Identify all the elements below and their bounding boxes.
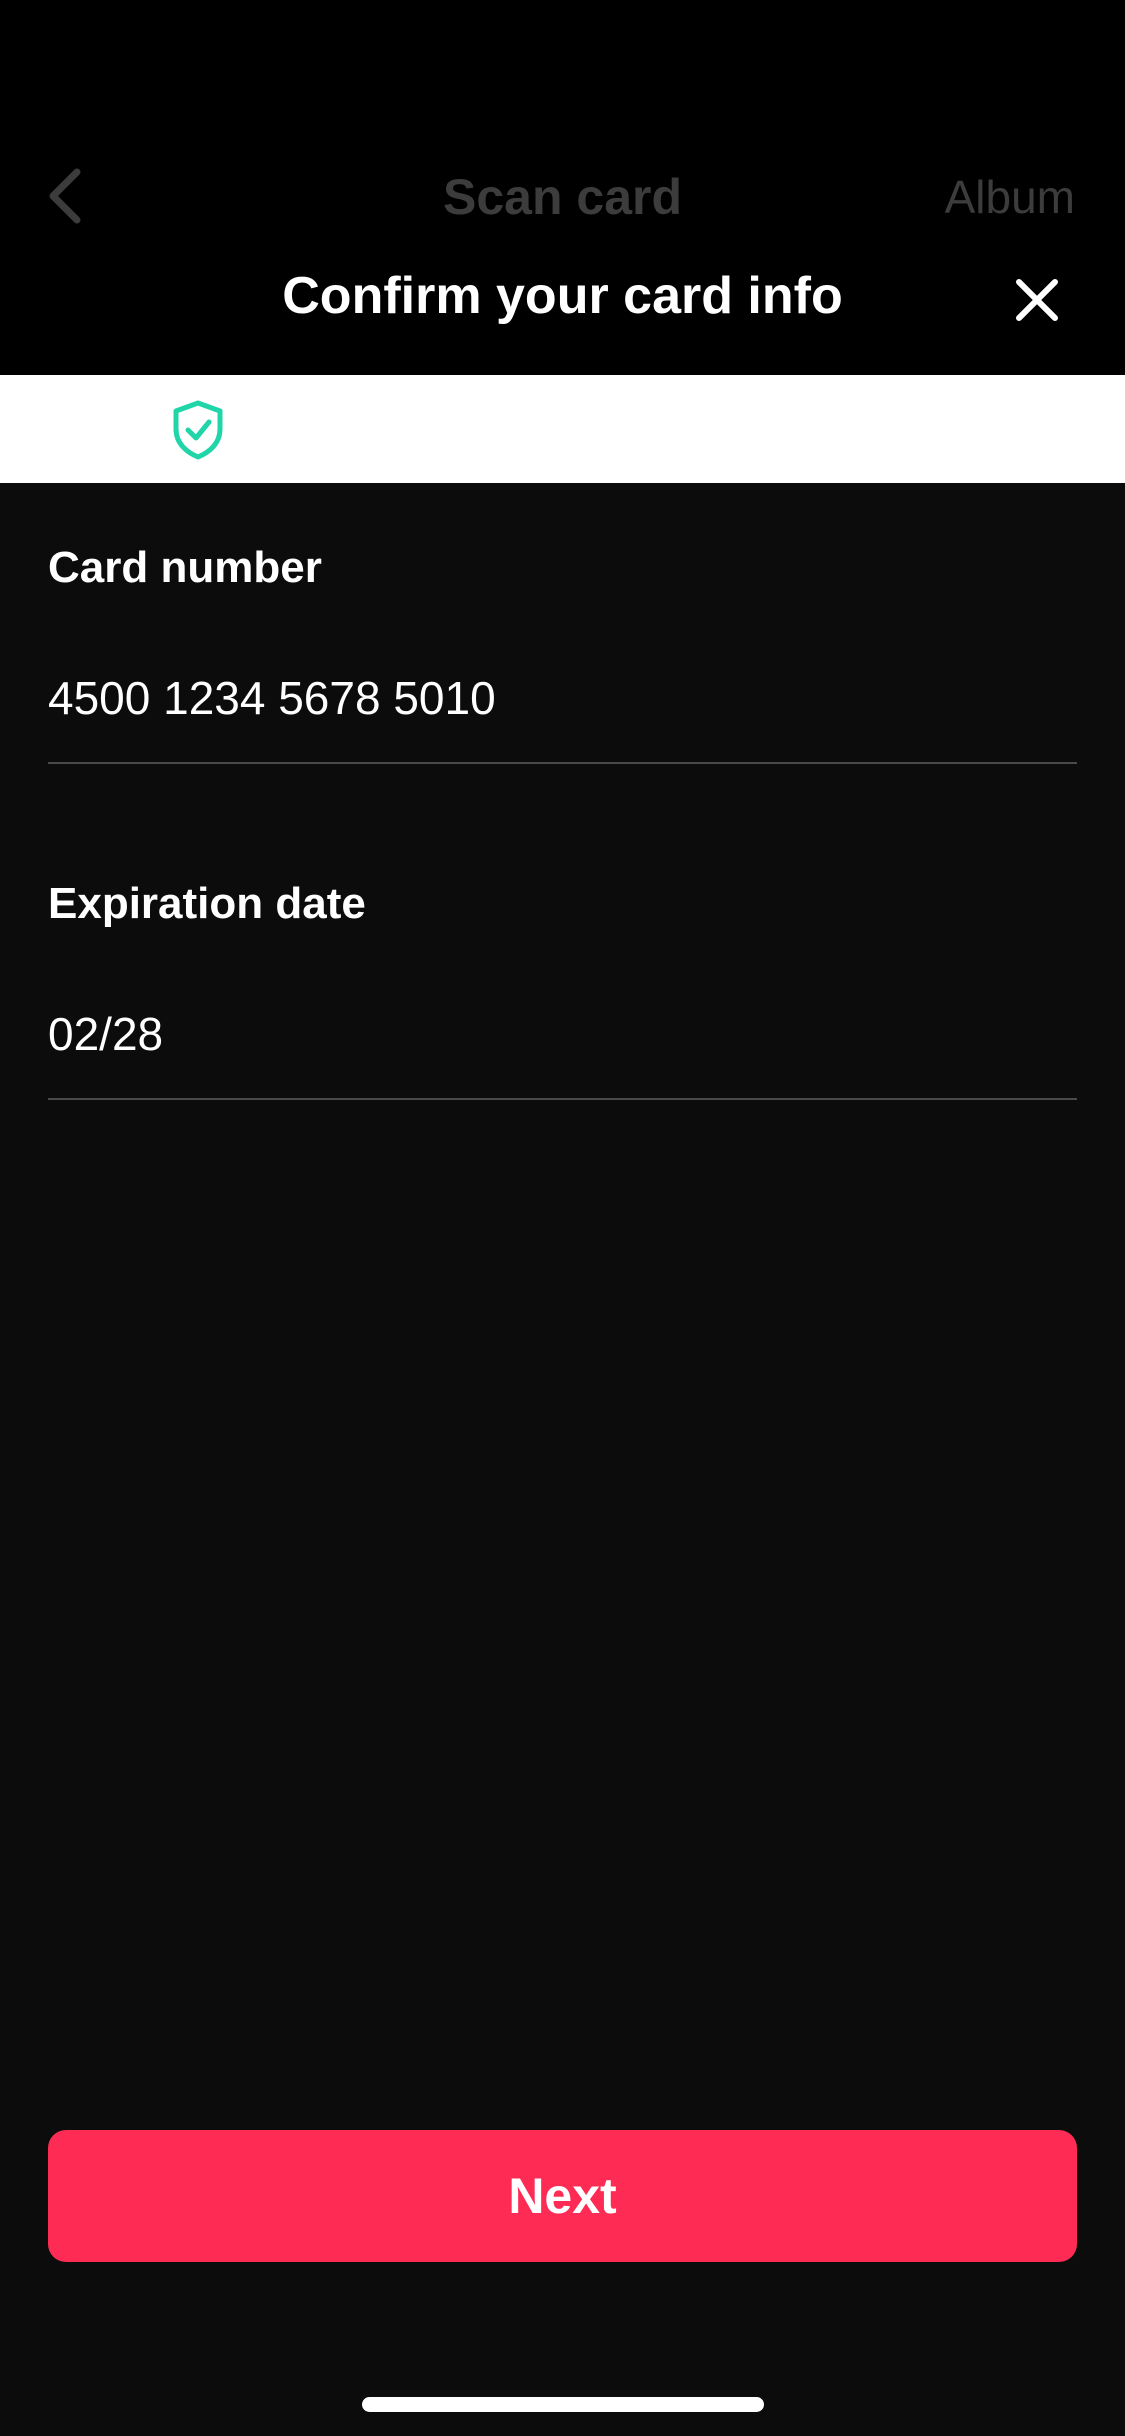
sheet-title: Confirm your card info [282,267,843,325]
scan-card-header: Scan card Album [0,150,1125,240]
card-number-underline [48,762,1077,764]
expiration-date-underline [48,1098,1077,1100]
card-number-field: Card number [48,483,1077,764]
top-area: Scan card Album Confirm your card info [0,0,1125,375]
shield-check-icon [170,399,226,461]
card-number-label: Card number [48,543,322,592]
expiration-date-input[interactable] [48,999,1077,1069]
album-link[interactable]: Album [945,170,1075,224]
close-icon[interactable] [1007,270,1067,330]
secure-banner [0,375,1125,483]
home-indicator [362,2397,764,2412]
sheet-header: Confirm your card info [0,250,1125,350]
expiration-date-label: Expiration date [48,879,366,928]
next-button[interactable]: Next [48,2130,1077,2262]
card-number-input[interactable] [48,663,1077,733]
expiration-date-field: Expiration date [48,819,1077,1100]
